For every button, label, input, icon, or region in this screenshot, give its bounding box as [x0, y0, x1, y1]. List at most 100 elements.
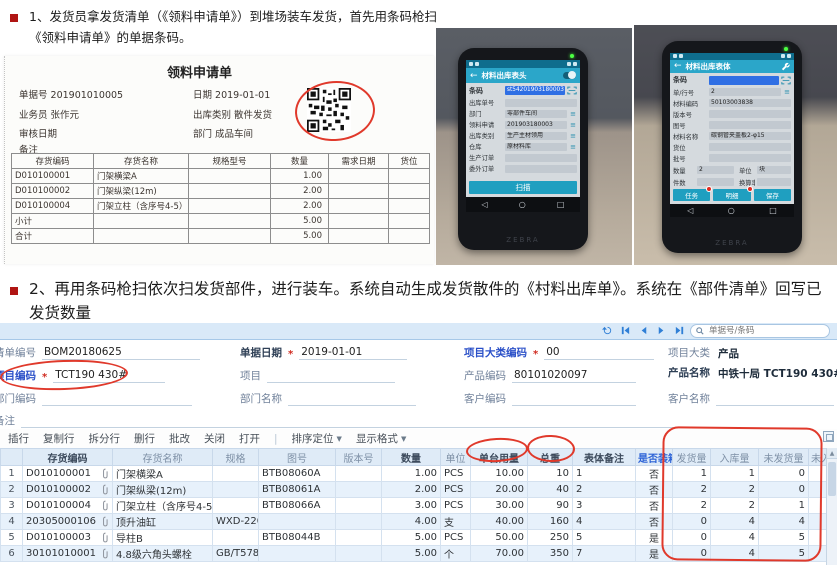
open-button[interactable]: 打开	[239, 431, 260, 446]
grid-cell[interactable]: 个	[441, 546, 471, 562]
grid-col-header[interactable]: 未发货量	[759, 449, 809, 466]
grid-cell[interactable]	[809, 514, 827, 530]
grid-cell[interactable]: 1	[573, 466, 636, 482]
grid-cell[interactable]: 4.00	[382, 514, 441, 530]
previous-record-icon[interactable]	[638, 325, 649, 336]
grid-cell[interactable]: BTB08061A	[259, 482, 336, 498]
copy-row-button[interactable]: 复制行	[43, 431, 75, 446]
grid-cell[interactable]	[336, 530, 382, 546]
grid-cell[interactable]: D010100001	[23, 466, 113, 482]
table-row[interactable]: 1D010100001门架横梁ABTB08060A1.00PCS10.00101…	[1, 466, 827, 482]
field-value[interactable]: 中铁十局 TCT190 430#	[716, 366, 834, 380]
grid-cell[interactable]: 门架立柱（含序号4-5）	[113, 498, 213, 514]
grid-cell[interactable]	[809, 530, 827, 546]
grid-cell[interactable]: 70.00	[471, 546, 528, 562]
grid-cell[interactable]: 3	[573, 498, 636, 514]
field-input[interactable]	[505, 154, 577, 162]
scan-icon[interactable]	[567, 86, 577, 95]
grid-cell[interactable]: 5	[573, 530, 636, 546]
grid-col-header[interactable]: 单位	[441, 449, 471, 466]
field-input[interactable]: 2	[709, 88, 781, 96]
grid-cell[interactable]: 1.00	[382, 466, 441, 482]
grid-cell[interactable]: 50.00	[471, 530, 528, 546]
field-value[interactable]	[716, 392, 834, 406]
grid-cell[interactable]: 否	[636, 514, 673, 530]
grid-cell[interactable]: 是	[636, 546, 673, 562]
qty-input[interactable]: 2	[697, 166, 734, 174]
grid-cell[interactable]: 40.00	[471, 514, 528, 530]
grid-cell[interactable]: 20.00	[471, 482, 528, 498]
back-icon[interactable]: ←	[674, 61, 682, 71]
field-input[interactable]: 原材料库	[505, 143, 567, 151]
table-row[interactable]: 3D010100004门架立柱（含序号4-5）BTB08066A3.00PCS3…	[1, 498, 827, 514]
grid-cell[interactable]: 1	[673, 466, 711, 482]
grid-cell[interactable]: 0	[673, 530, 711, 546]
field-value[interactable]	[512, 392, 636, 406]
grid-cell[interactable]: 导柱B	[113, 530, 213, 546]
field-value[interactable]: BOM20180625	[42, 346, 200, 360]
grid-cell[interactable]: 30.00	[471, 498, 528, 514]
grid-cell[interactable]: 1	[1, 466, 23, 482]
grid-cell[interactable]: 5	[759, 546, 809, 562]
grid-cell[interactable]	[259, 514, 336, 530]
field-input[interactable]: 201903180003	[505, 121, 567, 129]
field-input[interactable]: 50103003838	[709, 99, 791, 107]
grid-col-header[interactable]: 入库量	[711, 449, 759, 466]
grid-cell[interactable]: 5.00	[382, 530, 441, 546]
insert-row-button[interactable]: 插行	[8, 431, 29, 446]
picker-icon[interactable]: ≡	[569, 121, 577, 129]
back-icon[interactable]: ←	[470, 71, 478, 81]
field-value[interactable]: 80101020097	[512, 369, 636, 383]
field-input[interactable]	[709, 110, 791, 118]
grid-cell[interactable]: 支	[441, 514, 471, 530]
field-input[interactable]: 零部件车间	[505, 110, 567, 118]
field-input[interactable]	[505, 99, 577, 107]
grid-cell[interactable]: BTB08066A	[259, 498, 336, 514]
grid-cell[interactable]: PCS	[441, 530, 471, 546]
grid-cell[interactable]: 20305000106	[23, 514, 113, 530]
sort-locate-dropdown[interactable]: 排序定位▼	[292, 431, 342, 446]
grid-cell[interactable]: 350	[528, 546, 573, 562]
search-input[interactable]	[707, 325, 824, 337]
grid-cell[interactable]: D010100002	[23, 482, 113, 498]
grid-col-header[interactable]: 数量	[382, 449, 441, 466]
table-row[interactable]: 5D010100003导柱BBTB08044B5.00PCS50.002505是…	[1, 530, 827, 546]
grid-cell[interactable]	[259, 546, 336, 562]
grid-cell[interactable]: 2	[673, 498, 711, 514]
grid-cell[interactable]: WXD-220-D	[213, 514, 259, 530]
field-value[interactable]: 00	[544, 346, 654, 360]
grid-cell[interactable]: 4	[711, 514, 759, 530]
grid-cell[interactable]: 4	[1, 514, 23, 530]
first-record-icon[interactable]	[620, 325, 631, 336]
grid-cell[interactable]: PCS	[441, 482, 471, 498]
grid-cell[interactable]: D010100004	[23, 498, 113, 514]
nav-recents-icon[interactable]: □	[769, 206, 777, 215]
refresh-icon[interactable]	[602, 325, 613, 336]
grid-cell[interactable]	[213, 498, 259, 514]
barcode-input[interactable]: st54201903180003×	[505, 86, 565, 95]
grid-col-header[interactable]: 单台用量	[471, 449, 528, 466]
grid-cell[interactable]: 2	[1, 482, 23, 498]
scan-icon[interactable]	[781, 76, 791, 85]
task-button[interactable]: 任务	[673, 189, 710, 201]
expand-icon[interactable]	[823, 431, 834, 442]
grid-cell[interactable]: GB/T5781 ...	[213, 546, 259, 562]
barcode-input[interactable]	[709, 76, 779, 85]
grid-cell[interactable]: 否	[636, 498, 673, 514]
grid-col-header[interactable]: 存货编码	[23, 449, 113, 466]
field-input[interactable]	[505, 165, 577, 173]
grid-cell[interactable]: 5.00	[382, 546, 441, 562]
grid-cell[interactable]: 30101010001	[23, 546, 113, 562]
grid-cell[interactable]: 10.00	[471, 466, 528, 482]
record-search[interactable]	[690, 324, 830, 338]
close-button[interactable]: 关闭	[204, 431, 225, 446]
field-input[interactable]	[709, 121, 791, 129]
grid-cell[interactable]	[336, 546, 382, 562]
grid-col-header[interactable]: 规格	[213, 449, 259, 466]
grid-cell[interactable]: 0	[673, 514, 711, 530]
grid-col-header[interactable]: 版本号	[336, 449, 382, 466]
grid-cell[interactable]: 2	[573, 482, 636, 498]
split-row-button[interactable]: 拆分行	[89, 431, 121, 446]
field-value[interactable]	[267, 369, 395, 383]
grid-cell[interactable]	[336, 482, 382, 498]
